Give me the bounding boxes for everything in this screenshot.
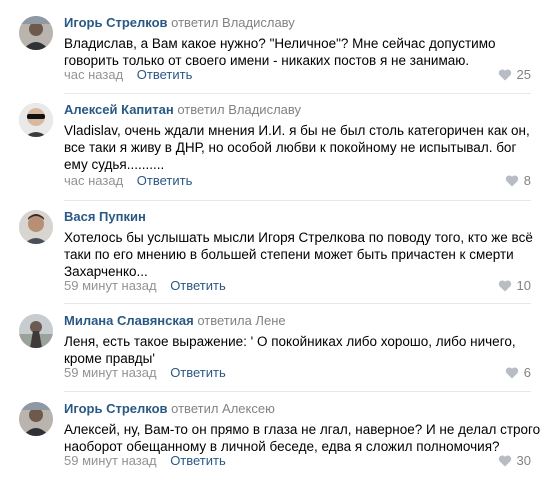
divider [64, 391, 531, 392]
divider [64, 200, 531, 201]
comment-text-line: таки по его мнению в большей степени мож… [64, 247, 514, 262]
reply-button[interactable]: Ответить [170, 278, 226, 293]
comment-text-line: Владислав, а Вам какое нужно? "Неличное"… [64, 36, 496, 51]
comment-text-line: Леня, есть такое выражение: ' О покойник… [64, 334, 516, 349]
comment-text: Владислав, а Вам какое нужно? "Неличное"… [64, 35, 504, 69]
comment-item: Милана Славянская ответила Лене Леня, ес… [0, 312, 545, 392]
comment-text: Леня, есть такое выражение: ' О покойник… [64, 333, 516, 367]
reply-button[interactable]: Ответить [137, 173, 193, 188]
comment-meta: 59 минут назад Ответить [64, 452, 226, 470]
reply-target[interactable]: ответил Алексею [171, 401, 275, 416]
reply-button[interactable]: Ответить [137, 67, 193, 82]
like-button[interactable]: 8 [505, 172, 531, 190]
reply-button[interactable]: Ответить [170, 365, 226, 380]
like-button[interactable]: 25 [498, 66, 531, 84]
comment-text-line: Vladislav, очень ждали мнения И.И. я бы … [64, 123, 530, 138]
like-count: 10 [516, 278, 531, 293]
heart-icon [498, 455, 511, 467]
reply-target[interactable]: ответил Владиславу [177, 102, 301, 117]
comment-text: Алексей, ну, Вам-то он прямо в глаза не … [64, 421, 541, 455]
comment-text: Vladislav, очень ждали мнения И.И. я бы … [64, 122, 530, 173]
like-count: 6 [523, 365, 531, 380]
comment-text: Хотелось бы услышать мысли Игоря Стрелко… [64, 229, 533, 280]
heart-icon [505, 175, 518, 187]
comment-header: Алексей Капитан ответил Владиславу [64, 101, 301, 119]
avatar[interactable] [19, 314, 53, 348]
divider [64, 303, 531, 304]
like-count: 30 [516, 453, 531, 468]
like-count: 8 [523, 173, 531, 188]
like-button[interactable]: 10 [498, 277, 531, 295]
author-name[interactable]: Милана Славянская [64, 313, 194, 328]
comment-meta: час назад Ответить [64, 172, 192, 190]
reply-target[interactable]: ответила Лене [197, 313, 285, 328]
comment-text-line: ему судья.......... [64, 157, 165, 172]
comment-meta: 59 минут назад Ответить [64, 277, 226, 295]
timestamp[interactable]: час назад [64, 67, 123, 82]
timestamp[interactable]: 59 минут назад [64, 278, 157, 293]
author-name[interactable]: Алексей Капитан [64, 102, 174, 117]
comment-item: Игорь Стрелков ответил Алексею Алексей, … [0, 400, 545, 478]
author-name[interactable]: Вася Пупкин [64, 209, 146, 224]
comment-text-line: все таки я живу в ДНР, но особой любви к… [64, 140, 517, 155]
comment-meta: 59 минут назад Ответить [64, 364, 226, 382]
comment-header: Игорь Стрелков ответил Владиславу [64, 14, 295, 32]
heart-icon [498, 280, 511, 292]
avatar[interactable] [19, 402, 53, 436]
author-name[interactable]: Игорь Стрелков [64, 401, 168, 416]
comment-header: Милана Славянская ответила Лене [64, 312, 286, 330]
comment-text-line: Хотелось бы услышать мысли Игоря Стрелко… [64, 230, 533, 245]
comment-list: Игорь Стрелков ответил Владиславу Владис… [0, 0, 545, 480]
heart-icon [505, 367, 518, 379]
avatar[interactable] [19, 16, 53, 50]
comment-meta: час назад Ответить [64, 66, 192, 84]
timestamp[interactable]: час назад [64, 173, 123, 188]
reply-target[interactable]: ответил Владиславу [171, 15, 295, 30]
comment-item: Игорь Стрелков ответил Владиславу Владис… [0, 14, 545, 94]
comment-text-line: Алексей, ну, Вам-то он прямо в глаза не … [64, 422, 541, 437]
heart-icon [498, 69, 511, 81]
like-count: 25 [516, 67, 531, 82]
reply-button[interactable]: Ответить [170, 453, 226, 468]
avatar[interactable] [19, 210, 53, 244]
comment-header: Игорь Стрелков ответил Алексею [64, 400, 275, 418]
like-button[interactable]: 6 [505, 364, 531, 382]
comment-item: Вася Пупкин Хотелось бы услышать мысли И… [0, 208, 545, 298]
avatar[interactable] [19, 103, 53, 137]
comment-item: Алексей Капитан ответил Владиславу Vladi… [0, 101, 545, 201]
like-button[interactable]: 30 [498, 452, 531, 470]
divider [64, 93, 531, 94]
author-name[interactable]: Игорь Стрелков [64, 15, 168, 30]
timestamp[interactable]: 59 минут назад [64, 365, 157, 380]
timestamp[interactable]: 59 минут назад [64, 453, 157, 468]
comment-header: Вася Пупкин [64, 208, 146, 226]
